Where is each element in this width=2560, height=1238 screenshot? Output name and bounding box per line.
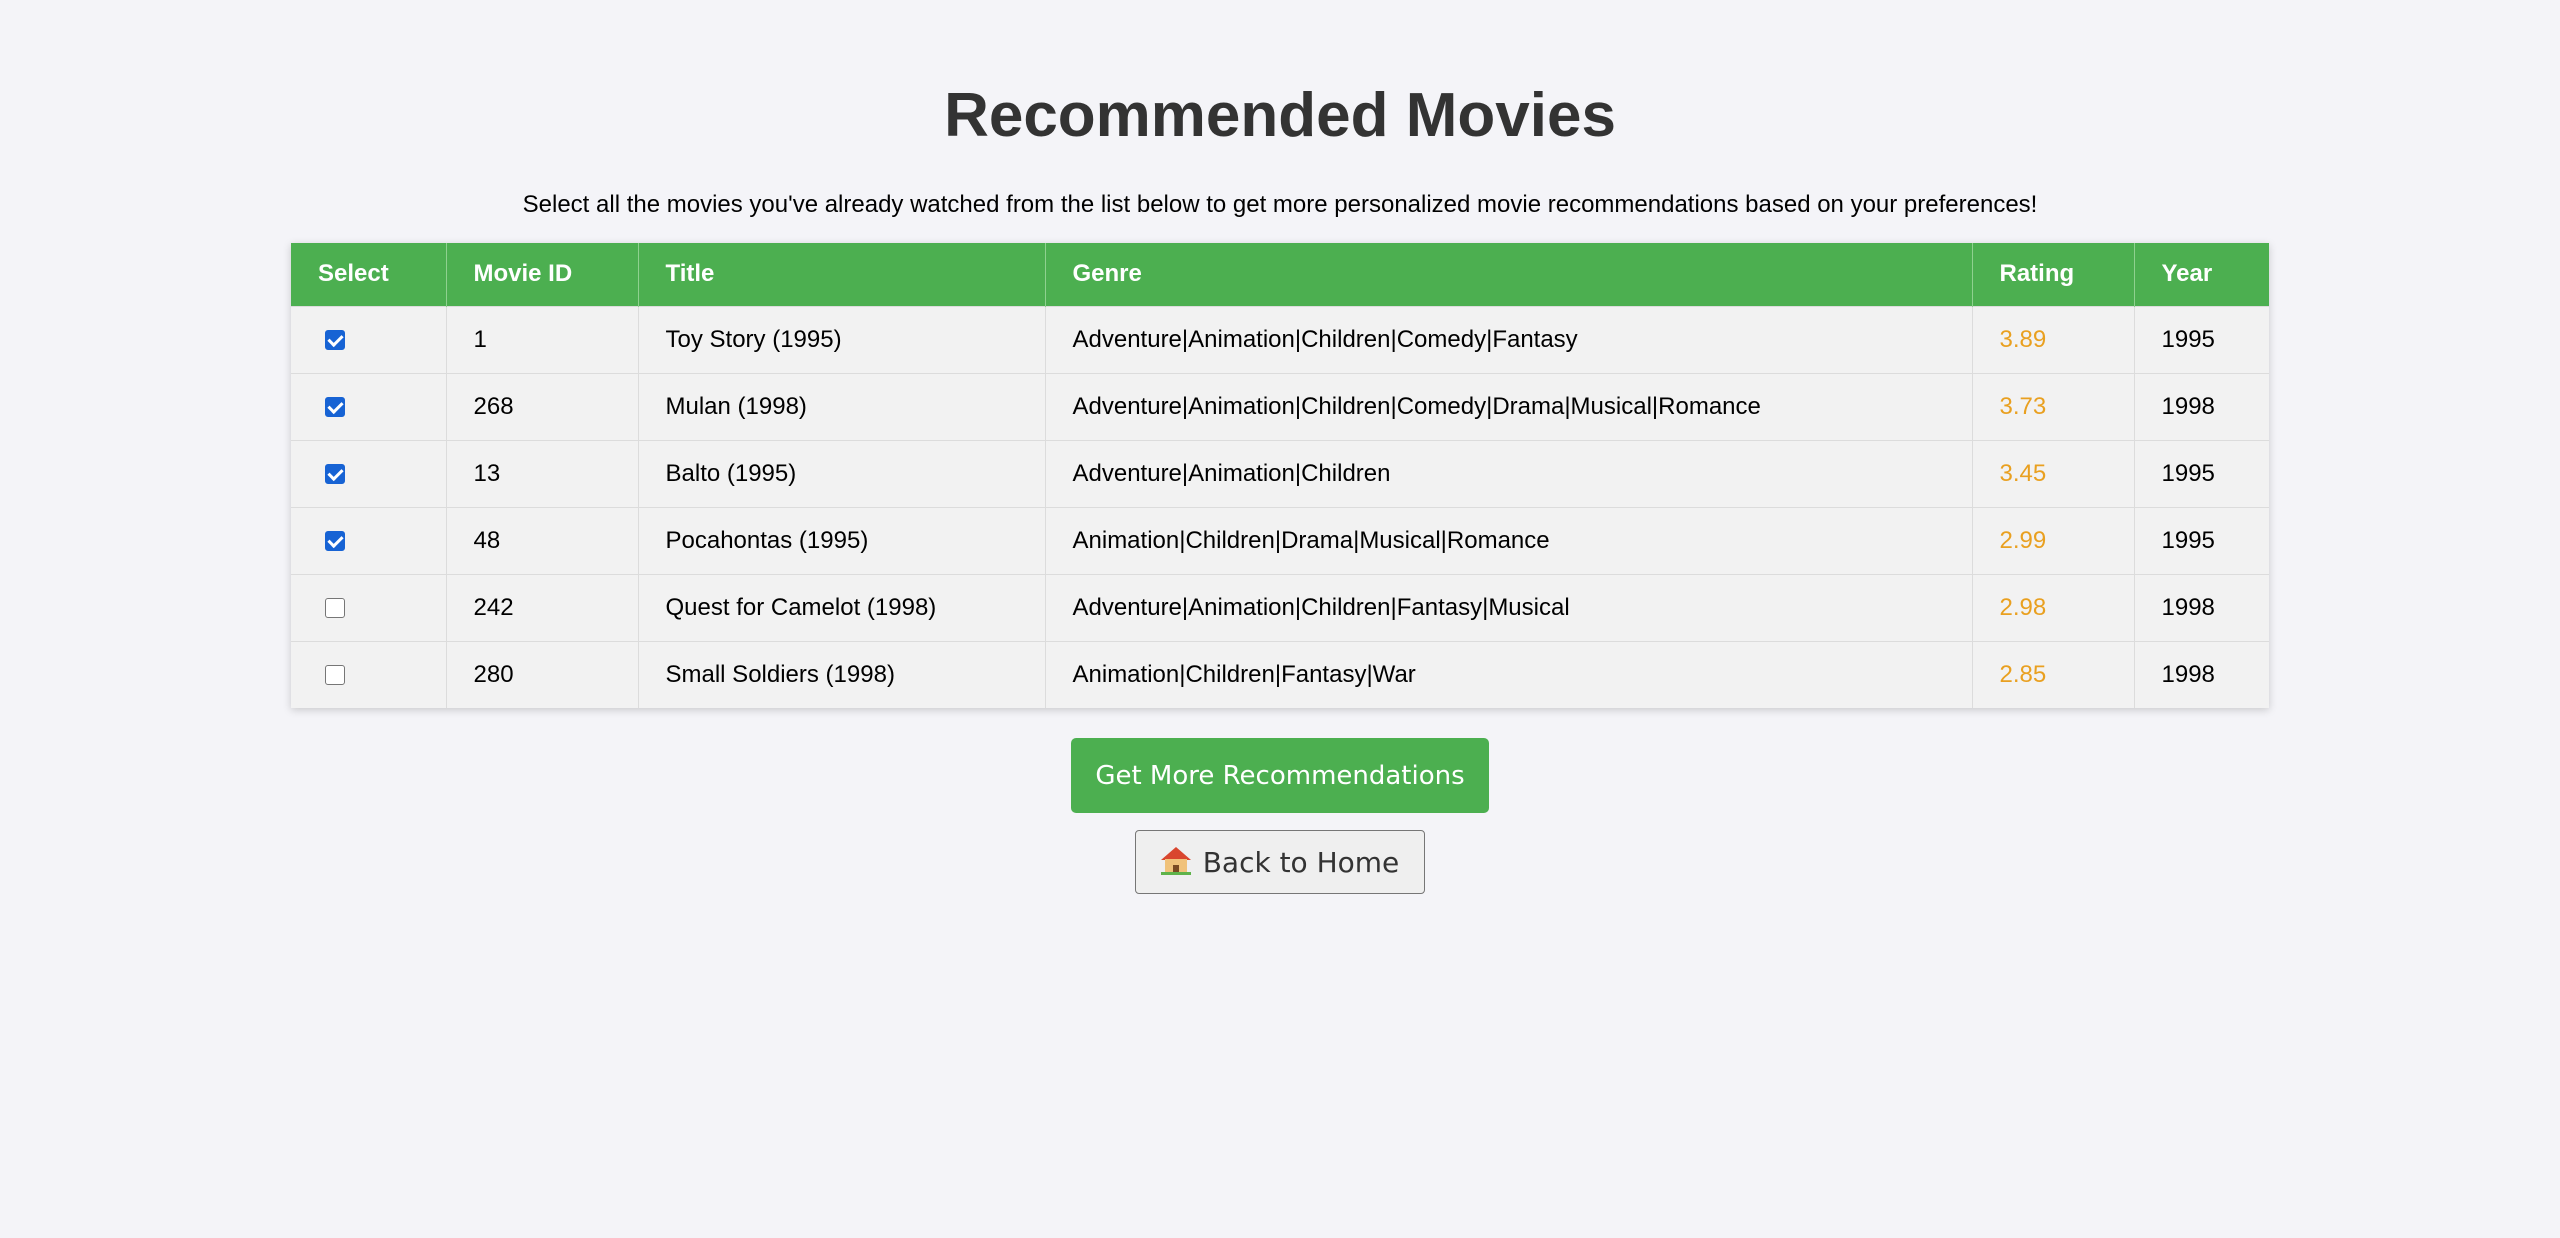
movie-select-checkbox[interactable]: [325, 397, 345, 418]
table-row: 242 Quest for Camelot (1998) Adventure|A…: [291, 573, 2269, 641]
movie-id-cell: 13: [445, 439, 638, 507]
movie-select-checkbox[interactable]: [325, 531, 345, 552]
movie-rating-cell: 2.85: [1971, 640, 2134, 708]
movie-id-cell: 268: [445, 372, 638, 440]
house-icon: [1160, 847, 1191, 875]
table-header-row: Select Movie ID Title Genre Rating Year: [291, 243, 2269, 306]
movie-rating-cell: 2.98: [1971, 573, 2134, 641]
select-cell: [291, 640, 446, 708]
movie-id-cell: 1: [445, 305, 638, 373]
movie-genre-cell: Adventure|Animation|Children|Comedy|Fant…: [1044, 305, 1972, 373]
select-cell: [291, 573, 446, 641]
select-cell: [291, 506, 446, 574]
back-to-home-button[interactable]: Back to Home: [1135, 830, 1425, 894]
table-row: 13 Balto (1995) Adventure|Animation|Chil…: [291, 439, 2269, 507]
column-header-rating: Rating: [1971, 243, 2134, 306]
movie-genre-cell: Animation|Children|Drama|Musical|Romance: [1044, 506, 1972, 574]
select-cell: [291, 439, 446, 507]
movie-title-cell: Balto (1995): [637, 439, 1045, 507]
column-header-select: Select: [291, 243, 446, 306]
movie-id-cell: 242: [445, 573, 638, 641]
column-header-movie-id: Movie ID: [445, 243, 638, 306]
movie-year-cell: 1995: [2133, 439, 2269, 507]
table-body: 1 Toy Story (1995) Adventure|Animation|C…: [291, 305, 2269, 708]
movies-table: Select Movie ID Title Genre Rating Year …: [291, 243, 2269, 708]
movie-genre-cell: Adventure|Animation|Children: [1044, 439, 1972, 507]
table-row: 268 Mulan (1998) Adventure|Animation|Chi…: [291, 372, 2269, 440]
movie-title-cell: Pocahontas (1995): [637, 506, 1045, 574]
movie-select-checkbox[interactable]: [325, 330, 345, 351]
movie-rating-cell: 3.89: [1971, 305, 2134, 373]
column-header-year: Year: [2133, 243, 2269, 306]
back-to-home-label: Back to Home: [1202, 846, 1400, 879]
column-header-genre: Genre: [1044, 243, 1972, 306]
table-row: 280 Small Soldiers (1998) Animation|Chil…: [291, 640, 2269, 708]
movie-title-cell: Small Soldiers (1998): [637, 640, 1045, 708]
column-header-title: Title: [637, 243, 1045, 306]
movie-select-checkbox[interactable]: [325, 598, 345, 619]
movie-rating-cell: 2.99: [1971, 506, 2134, 574]
movie-title-cell: Mulan (1998): [637, 372, 1045, 440]
movie-year-cell: 1995: [2133, 506, 2269, 574]
movie-genre-cell: Adventure|Animation|Children|Fantasy|Mus…: [1044, 573, 1972, 641]
movies-table-container: Select Movie ID Title Genre Rating Year …: [291, 243, 2269, 708]
movie-year-cell: 1995: [2133, 305, 2269, 373]
select-cell: [291, 372, 446, 440]
table-row: 48 Pocahontas (1995) Animation|Children|…: [291, 506, 2269, 574]
intro-text: Select all the movies you've already wat…: [522, 191, 2038, 218]
movie-title-cell: Toy Story (1995): [637, 305, 1045, 373]
movie-rating-cell: 3.45: [1971, 439, 2134, 507]
movie-year-cell: 1998: [2133, 573, 2269, 641]
movie-genre-cell: Adventure|Animation|Children|Comedy|Dram…: [1044, 372, 1972, 440]
movie-genre-cell: Animation|Children|Fantasy|War: [1044, 640, 1972, 708]
movie-id-cell: 48: [445, 506, 638, 574]
movie-rating-cell: 3.73: [1971, 372, 2134, 440]
movie-id-cell: 280: [445, 640, 638, 708]
movie-title-cell: Quest for Camelot (1998): [637, 573, 1045, 641]
movie-select-checkbox[interactable]: [325, 665, 345, 686]
movie-select-checkbox[interactable]: [325, 464, 345, 485]
get-more-recommendations-button[interactable]: Get More Recommendations: [1071, 738, 1489, 813]
select-cell: [291, 305, 446, 373]
movie-year-cell: 1998: [2133, 372, 2269, 440]
page-title: Recommended Movies: [944, 81, 1616, 150]
table-row: 1 Toy Story (1995) Adventure|Animation|C…: [291, 305, 2269, 373]
movie-year-cell: 1998: [2133, 640, 2269, 708]
